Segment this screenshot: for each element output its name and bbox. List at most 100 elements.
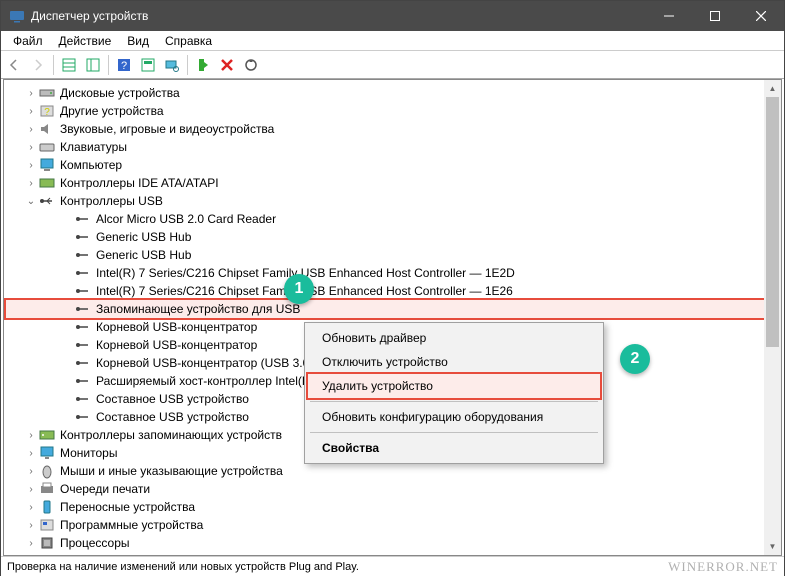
usb-device-icon — [75, 211, 91, 227]
close-button[interactable] — [738, 1, 784, 31]
context-properties[interactable]: Свойства — [308, 436, 600, 460]
tree-node-usb-generic-hub[interactable]: Generic USB Hub — [6, 228, 779, 246]
software-device-icon — [39, 517, 55, 533]
tree-node-mice[interactable]: › Мыши и иные указывающие устройства — [6, 462, 779, 480]
usb-device-icon — [75, 265, 91, 281]
back-button[interactable] — [3, 54, 25, 76]
menubar: Файл Действие Вид Справка — [1, 31, 784, 51]
enable-device-icon[interactable] — [192, 54, 214, 76]
tree-node-print-queues[interactable]: › Очереди печати — [6, 480, 779, 498]
tree-node-software-devices[interactable]: › Программные устройства — [6, 516, 779, 534]
menu-view[interactable]: Вид — [119, 32, 157, 50]
menu-file[interactable]: Файл — [5, 32, 51, 50]
update-driver-icon[interactable] — [240, 54, 262, 76]
statusbar: Проверка на наличие изменений или новых … — [1, 556, 784, 576]
content-area: › Дисковые устройства › ? Другие устройс… — [3, 79, 782, 556]
expander-icon[interactable]: › — [24, 466, 38, 477]
context-menu: Обновить драйвер Отключить устройство Уд… — [304, 322, 604, 464]
callout-badge-2: 2 — [620, 344, 650, 374]
expander-icon[interactable]: › — [24, 88, 38, 99]
tree-node-usb-controllers[interactable]: ⌄ Контроллеры USB — [6, 192, 779, 210]
svg-text:?: ? — [44, 107, 50, 118]
watermark: WINERROR.NET — [668, 559, 778, 575]
expander-icon[interactable]: › — [24, 538, 38, 549]
usb-controller-icon — [39, 193, 55, 209]
tree-node-sound-video[interactable]: › Звуковые, игровые и видеоустройства — [6, 120, 779, 138]
tree-node-usb-mass-storage[interactable]: Запоминающее устройство для USB — [6, 300, 779, 318]
usb-device-icon — [75, 373, 91, 389]
disk-drive-icon — [39, 85, 55, 101]
menu-action[interactable]: Действие — [51, 32, 120, 50]
context-update-driver[interactable]: Обновить драйвер — [308, 326, 600, 350]
view-details-icon[interactable] — [82, 54, 104, 76]
tree-node-processors[interactable]: › Процессоры — [6, 534, 779, 552]
titlebar: Диспетчер устройств — [1, 1, 784, 31]
toolbar-separator — [187, 55, 188, 75]
device-tree[interactable]: › Дисковые устройства › ? Другие устройс… — [4, 80, 781, 555]
printer-icon — [39, 481, 55, 497]
scroll-down-icon[interactable]: ▼ — [764, 538, 781, 555]
status-text: Проверка на наличие изменений или новых … — [7, 561, 359, 573]
usb-device-icon — [75, 301, 91, 317]
usb-device-icon — [75, 319, 91, 335]
usb-device-icon — [75, 283, 91, 299]
expander-icon[interactable]: › — [24, 430, 38, 441]
monitor-icon — [39, 445, 55, 461]
minimize-button[interactable] — [646, 1, 692, 31]
keyboard-icon — [39, 139, 55, 155]
expander-icon[interactable]: › — [24, 160, 38, 171]
expander-icon[interactable]: › — [24, 502, 38, 513]
tree-node-portable[interactable]: › Переносные устройства — [6, 498, 779, 516]
toolbar-separator — [53, 55, 54, 75]
expander-icon[interactable]: › — [24, 106, 38, 117]
tree-node-other-devices[interactable]: › ? Другие устройства — [6, 102, 779, 120]
context-uninstall-device[interactable]: Удалить устройство — [308, 374, 600, 398]
tree-node-disk-drives[interactable]: › Дисковые устройства — [6, 84, 779, 102]
tree-node-computer[interactable]: › Компьютер — [6, 156, 779, 174]
tree-node-usb-generic-hub[interactable]: Generic USB Hub — [6, 246, 779, 264]
ide-controller-icon — [39, 175, 55, 191]
usb-device-icon — [75, 355, 91, 371]
portable-device-icon — [39, 499, 55, 515]
help-icon[interactable]: ? — [113, 54, 135, 76]
expander-icon[interactable]: › — [24, 448, 38, 459]
usb-device-icon — [75, 409, 91, 425]
storage-controller-icon — [39, 427, 55, 443]
computer-icon — [39, 157, 55, 173]
usb-device-icon — [75, 229, 91, 245]
maximize-button[interactable] — [692, 1, 738, 31]
expander-icon[interactable]: › — [24, 142, 38, 153]
processor-icon — [39, 535, 55, 551]
other-device-icon: ? — [39, 103, 55, 119]
tree-node-usb-alcor[interactable]: Alcor Micro USB 2.0 Card Reader — [6, 210, 779, 228]
tree-node-usb-intel-1e2d[interactable]: Intel(R) 7 Series/C216 Chipset Family US… — [6, 264, 779, 282]
properties-icon[interactable] — [137, 54, 159, 76]
vertical-scrollbar[interactable]: ▲ ▼ — [764, 80, 781, 555]
expander-icon[interactable]: ⌄ — [24, 196, 38, 207]
window-title: Диспетчер устройств — [31, 9, 646, 23]
toolbar: ? — [1, 51, 784, 79]
usb-device-icon — [75, 247, 91, 263]
svg-text:?: ? — [121, 60, 127, 72]
forward-button[interactable] — [27, 54, 49, 76]
tree-node-usb-intel-1e26[interactable]: Intel(R) 7 Series/C216 Chipset Family US… — [6, 282, 779, 300]
scroll-up-icon[interactable]: ▲ — [764, 80, 781, 97]
menu-help[interactable]: Справка — [157, 32, 220, 50]
mouse-icon — [39, 463, 55, 479]
context-disable-device[interactable]: Отключить устройство — [308, 350, 600, 374]
scroll-thumb[interactable] — [766, 97, 779, 347]
uninstall-icon[interactable] — [216, 54, 238, 76]
sound-icon — [39, 121, 55, 137]
tree-node-ide-atapi[interactable]: › Контроллеры IDE ATA/ATAPI — [6, 174, 779, 192]
tree-node-keyboards[interactable]: › Клавиатуры — [6, 138, 779, 156]
toolbar-separator — [108, 55, 109, 75]
view-list-icon[interactable] — [58, 54, 80, 76]
context-scan-hardware[interactable]: Обновить конфигурацию оборудования — [308, 405, 600, 429]
expander-icon[interactable]: › — [24, 124, 38, 135]
scan-hardware-icon[interactable] — [161, 54, 183, 76]
expander-icon[interactable]: › — [24, 178, 38, 189]
usb-device-icon — [75, 391, 91, 407]
expander-icon[interactable]: › — [24, 520, 38, 531]
usb-device-icon — [75, 337, 91, 353]
expander-icon[interactable]: › — [24, 484, 38, 495]
